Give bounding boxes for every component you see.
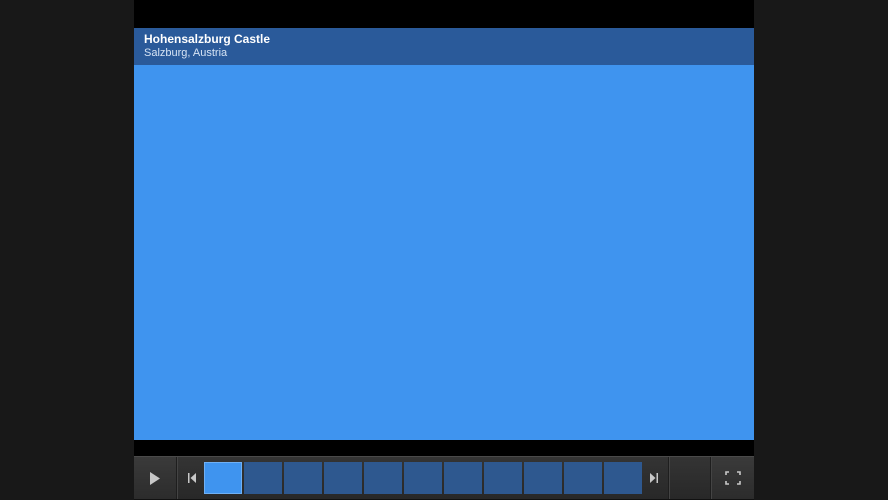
thumbs-prev-button[interactable] — [182, 460, 202, 496]
fullscreen-icon — [725, 471, 741, 485]
thumbnails — [202, 462, 644, 494]
thumbnail[interactable] — [204, 462, 242, 494]
thumbnail[interactable] — [564, 462, 602, 494]
letterbox-top — [134, 0, 754, 28]
thumbs-next-button[interactable] — [644, 460, 664, 496]
thumbnail[interactable] — [364, 462, 402, 494]
play-button[interactable] — [134, 457, 177, 499]
thumbnail[interactable] — [324, 462, 362, 494]
thumbnail[interactable] — [484, 462, 522, 494]
caption-bar: Hohensalzburg Castle Salzburg, Austria — [134, 28, 754, 65]
thumbnail[interactable] — [604, 462, 642, 494]
thumbnail[interactable] — [524, 462, 562, 494]
thumbnail[interactable] — [284, 462, 322, 494]
caption-title: Hohensalzburg Castle — [144, 33, 744, 47]
skip-prev-icon — [187, 472, 197, 484]
thumbnail[interactable] — [404, 462, 442, 494]
thumbnail-strip — [177, 457, 669, 499]
controls-spacer — [669, 457, 712, 499]
main-slide-image[interactable] — [134, 65, 754, 440]
caption-subtitle: Salzburg, Austria — [144, 47, 744, 60]
play-icon — [148, 471, 161, 486]
skip-next-icon — [649, 472, 659, 484]
letterbox-bottom — [134, 440, 754, 456]
controls-bar — [134, 456, 754, 500]
thumbnail[interactable] — [244, 462, 282, 494]
fullscreen-button[interactable] — [711, 457, 754, 499]
slideshow-stage: Hohensalzburg Castle Salzburg, Austria — [134, 0, 754, 500]
thumbnail[interactable] — [444, 462, 482, 494]
